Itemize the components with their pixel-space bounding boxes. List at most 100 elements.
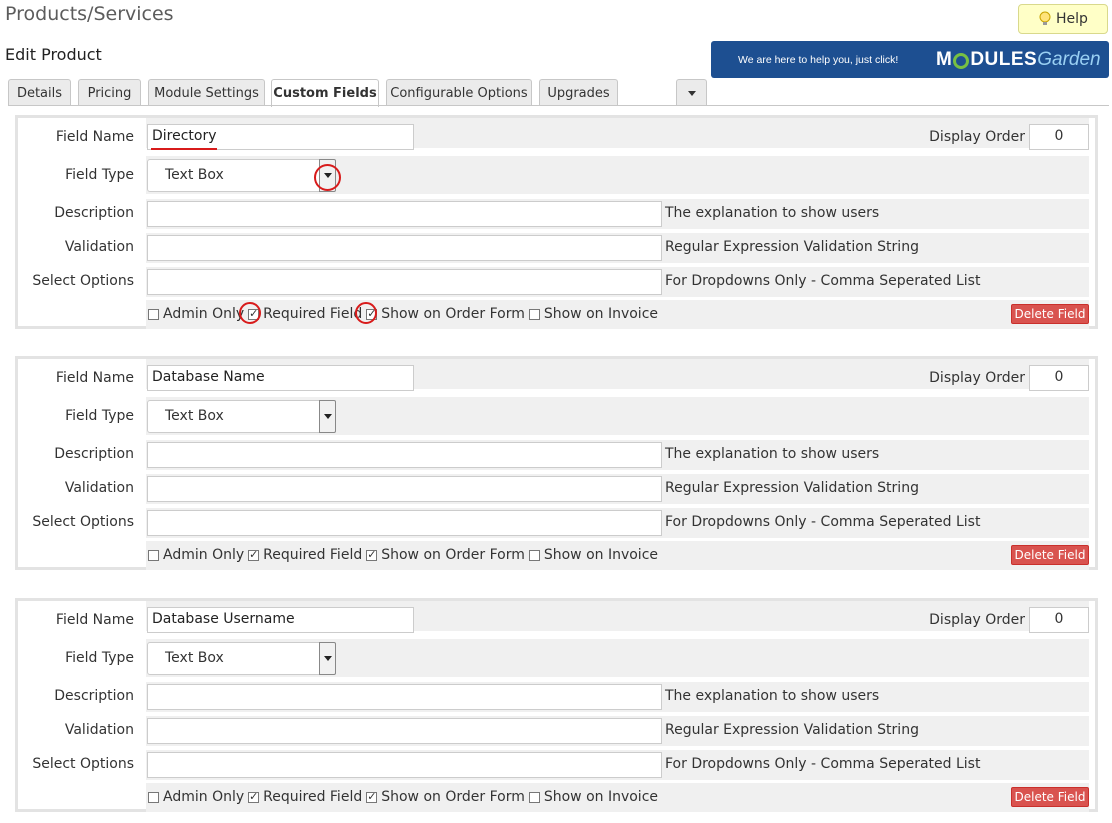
admin-only-label: Admin Only (163, 789, 245, 805)
validation-hint: Regular Expression Validation String (665, 480, 919, 496)
validation-hint: Regular Expression Validation String (665, 239, 919, 255)
field-flags: Admin Only Required Field Show on Order … (148, 547, 662, 563)
select-options-label: Select Options (32, 756, 134, 772)
show-on-invoice-checkbox[interactable] (528, 308, 540, 320)
display-order-input[interactable]: 0 (1029, 124, 1089, 150)
field-type-select[interactable]: Text Box (147, 400, 336, 433)
required-field-checkbox[interactable] (248, 548, 260, 561)
field-name-label: Field Name (55, 370, 134, 386)
field-type-value: Text Box (165, 408, 224, 424)
field-type-label: Field Type (65, 650, 134, 666)
tab-module-settings[interactable]: Module Settings (148, 79, 265, 106)
display-order-label: Display Order (929, 612, 1025, 628)
delete-field-button[interactable]: Delete Field (1011, 545, 1089, 565)
custom-field-card: Field Name Directory Display Order 0 Fie… (15, 115, 1098, 329)
dropdown-arrow-icon[interactable] (319, 159, 336, 192)
field-flags: Admin Only Required Field Show on Order … (148, 306, 662, 322)
show-on-order-form-checkbox[interactable] (366, 790, 378, 803)
description-hint: The explanation to show users (665, 446, 880, 462)
tabs-more-dropdown[interactable] (676, 79, 707, 106)
show-on-invoice-checkbox[interactable] (528, 791, 540, 803)
lightbulb-icon (1039, 11, 1051, 25)
field-type-select[interactable]: Text Box (147, 642, 336, 675)
show-on-order-form-label: Show on Order Form (381, 306, 525, 322)
field-type-label: Field Type (65, 167, 134, 183)
show-on-order-form-checkbox[interactable] (366, 307, 378, 320)
field-type-select[interactable]: Text Box (147, 159, 336, 192)
tab-details[interactable]: Details (8, 79, 71, 106)
modulesgarden-banner[interactable]: We are here to help you, just click! M DU… (711, 41, 1109, 78)
description-input[interactable] (147, 201, 662, 227)
field-flags: Admin Only Required Field Show on Order … (148, 789, 662, 805)
select-options-hint: For Dropdowns Only - Comma Seperated Lis… (665, 273, 981, 289)
modulesgarden-logo: M DULES Garden (936, 48, 1101, 70)
display-order-label: Display Order (929, 129, 1025, 145)
display-order-input[interactable]: 0 (1029, 607, 1089, 633)
select-options-input[interactable] (147, 752, 662, 778)
required-field-label: Required Field (263, 789, 363, 805)
field-name-input[interactable]: Database Name (147, 365, 414, 391)
field-name-label: Field Name (55, 612, 134, 628)
admin-only-label: Admin Only (163, 547, 245, 563)
delete-field-button[interactable]: Delete Field (1011, 304, 1089, 324)
select-options-input[interactable] (147, 510, 662, 536)
validation-input[interactable] (147, 235, 662, 261)
show-on-order-form-checkbox[interactable] (366, 548, 378, 561)
display-order-label: Display Order (929, 370, 1025, 386)
select-options-hint: For Dropdowns Only - Comma Seperated Lis… (665, 756, 981, 772)
show-on-order-form-label: Show on Order Form (381, 789, 525, 805)
required-field-checkbox[interactable] (248, 307, 260, 320)
show-on-invoice-checkbox[interactable] (528, 549, 540, 561)
show-on-invoice-label: Show on Invoice (543, 547, 659, 563)
annotation-underline (151, 148, 217, 150)
description-hint: The explanation to show users (665, 205, 880, 221)
display-order-input[interactable]: 0 (1029, 365, 1089, 391)
required-field-label: Required Field (263, 306, 363, 322)
tab-pricing[interactable]: Pricing (78, 79, 141, 106)
show-on-invoice-label: Show on Invoice (543, 789, 659, 805)
validation-input[interactable] (147, 476, 662, 502)
select-options-label: Select Options (32, 514, 134, 530)
dropdown-arrow-icon[interactable] (319, 400, 336, 433)
select-options-label: Select Options (32, 273, 134, 289)
page-title: Products/Services (5, 3, 174, 25)
select-options-hint: For Dropdowns Only - Comma Seperated Lis… (665, 514, 981, 530)
field-type-value: Text Box (165, 650, 224, 666)
tab-upgrades[interactable]: Upgrades (539, 79, 618, 106)
banner-tagline: We are here to help you, just click! (738, 53, 899, 66)
required-field-checkbox[interactable] (248, 790, 260, 803)
admin-only-checkbox[interactable] (148, 549, 159, 561)
validation-label: Validation (64, 239, 134, 255)
validation-label: Validation (64, 480, 134, 496)
description-hint: The explanation to show users (665, 688, 880, 704)
dropdown-arrow-icon[interactable] (319, 642, 336, 675)
validation-label: Validation (64, 722, 134, 738)
custom-field-card: Field Name Database Username Display Ord… (15, 598, 1098, 812)
caret-down-icon (687, 90, 696, 96)
field-name-input[interactable]: Directory (147, 124, 414, 150)
field-name-input[interactable]: Database Username (147, 607, 414, 633)
description-label: Description (54, 205, 134, 221)
admin-only-checkbox[interactable] (148, 308, 159, 320)
select-options-input[interactable] (147, 269, 662, 295)
field-type-value: Text Box (165, 167, 224, 183)
tab-custom-fields[interactable]: Custom Fields (271, 79, 379, 107)
validation-hint: Regular Expression Validation String (665, 722, 919, 738)
custom-field-card: Field Name Database Name Display Order 0… (15, 356, 1098, 570)
tab-configurable-options[interactable]: Configurable Options (386, 79, 532, 106)
description-input[interactable] (147, 684, 662, 710)
required-field-label: Required Field (263, 547, 363, 563)
admin-only-label: Admin Only (163, 306, 245, 322)
validation-input[interactable] (147, 718, 662, 744)
help-label: Help (1056, 11, 1088, 27)
description-label: Description (54, 446, 134, 462)
show-on-invoice-label: Show on Invoice (543, 306, 659, 322)
delete-field-button[interactable]: Delete Field (1011, 787, 1089, 807)
field-name-label: Field Name (55, 129, 134, 145)
logo-ring-icon (953, 52, 970, 69)
admin-only-checkbox[interactable] (148, 791, 159, 803)
tab-content-border (8, 105, 1109, 106)
help-button[interactable]: Help (1018, 4, 1108, 34)
description-input[interactable] (147, 442, 662, 468)
page-subtitle: Edit Product (5, 45, 102, 64)
